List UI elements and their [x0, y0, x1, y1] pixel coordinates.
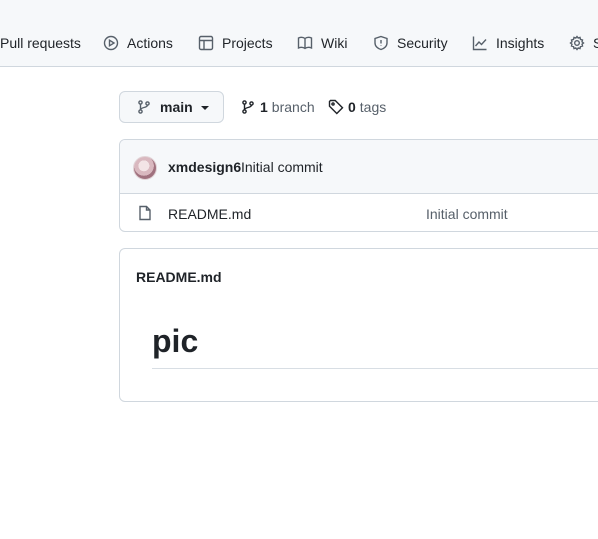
- tab-pull-requests[interactable]: Pull requests: [0, 33, 81, 53]
- nav-item-label: Wiki: [321, 35, 348, 51]
- play-icon: [103, 35, 119, 51]
- nav-item-label: Security: [397, 35, 448, 51]
- chevron-down-icon: [200, 106, 209, 110]
- tag-count: 0: [348, 99, 356, 115]
- tag-icon: [328, 99, 344, 115]
- readme-title[interactable]: README.md: [136, 269, 222, 285]
- tags-link[interactable]: 0 tags: [328, 91, 386, 123]
- branch-count: 1: [260, 99, 268, 115]
- nav-item-label: S: [593, 35, 598, 51]
- branch-label: branch: [271, 99, 315, 115]
- gear-icon: [569, 35, 585, 51]
- commit-message[interactable]: Initial commit: [241, 159, 323, 175]
- tab-actions[interactable]: Actions: [103, 33, 173, 53]
- commit-author[interactable]: xmdesign6: [168, 159, 241, 175]
- file-list: xmdesign6 Initial commit README.md Initi…: [119, 139, 598, 232]
- branch-name: main: [160, 99, 193, 115]
- file-commit-message[interactable]: Initial commit: [426, 206, 508, 222]
- shield-icon: [374, 35, 388, 51]
- branches-link[interactable]: 1 branch: [240, 91, 315, 123]
- tab-insights[interactable]: Insights: [472, 33, 544, 53]
- repo-nav: Pull requests Actions Projects Wiki Secu…: [0, 0, 598, 67]
- list-item[interactable]: README.md Initial commit: [120, 194, 598, 231]
- book-icon: [297, 36, 313, 50]
- readme-panel: README.md pic: [119, 248, 598, 402]
- tab-settings[interactable]: S: [569, 33, 598, 53]
- tab-security[interactable]: Security: [373, 33, 448, 53]
- tab-projects[interactable]: Projects: [198, 33, 273, 53]
- nav-item-label: Pull requests: [0, 35, 81, 51]
- latest-commit-row: xmdesign6 Initial commit: [120, 140, 598, 194]
- avatar[interactable]: [133, 156, 157, 180]
- readme-heading: pic: [152, 323, 199, 359]
- table-icon: [198, 35, 214, 51]
- file-name[interactable]: README.md: [168, 206, 251, 222]
- git-branch-icon: [138, 100, 150, 114]
- nav-item-label: Insights: [496, 35, 545, 51]
- graph-icon: [472, 36, 487, 51]
- branch-select-button[interactable]: main: [119, 91, 224, 123]
- divider: [152, 368, 598, 369]
- file-icon: [139, 205, 151, 221]
- nav-item-label: Projects: [222, 35, 273, 51]
- tab-wiki[interactable]: Wiki: [297, 33, 347, 53]
- git-branch-icon: [242, 100, 254, 114]
- nav-item-label: Actions: [127, 35, 173, 51]
- tag-label: tags: [359, 99, 387, 115]
